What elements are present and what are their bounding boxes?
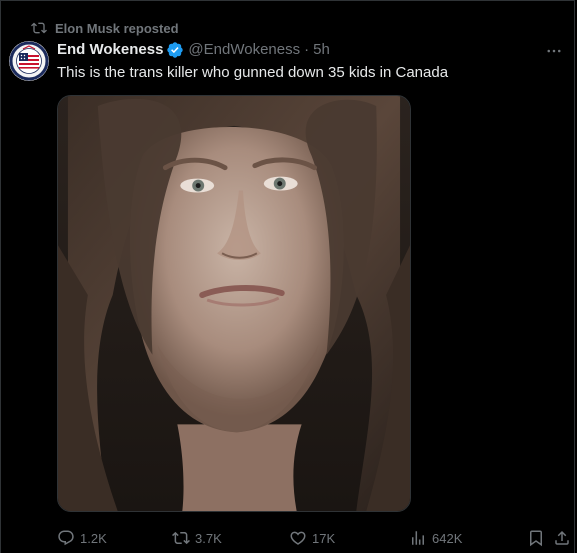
share-upload-icon bbox=[555, 530, 569, 545]
repost-button[interactable]: 3.7K bbox=[172, 527, 222, 549]
reply-button[interactable]: 1.2K bbox=[57, 527, 107, 549]
patriot-emblem-avatar-icon bbox=[9, 41, 49, 81]
analytics-bars-icon bbox=[412, 531, 424, 545]
avatar[interactable] bbox=[9, 41, 49, 81]
portrait-photo-image bbox=[58, 96, 410, 511]
tweet-header: End Wokeness @EndWokeness · 5h bbox=[57, 40, 330, 60]
repost-icon bbox=[31, 22, 47, 34]
more-options-button[interactable] bbox=[542, 39, 566, 63]
tweet-photo[interactable] bbox=[57, 95, 411, 512]
bookmark-button[interactable] bbox=[527, 527, 545, 549]
action-bar: 1.2K 3.7K 17K 642K bbox=[57, 527, 569, 549]
share-button[interactable] bbox=[553, 527, 571, 549]
reply-icon bbox=[58, 530, 74, 546]
views-button[interactable]: 642K bbox=[409, 527, 462, 549]
author-handle[interactable]: @EndWokeness bbox=[188, 40, 300, 60]
like-button[interactable]: 17K bbox=[289, 527, 335, 549]
views-count: 642K bbox=[432, 530, 463, 546]
tweet-card[interactable]: Elon Musk reposted End Wokeness @EndWoke… bbox=[0, 0, 575, 553]
repost-count: 3.7K bbox=[195, 530, 222, 546]
tweet-text: This is the trans killer who gunned down… bbox=[57, 64, 449, 81]
author-display-name[interactable]: End Wokeness bbox=[57, 40, 163, 60]
like-count: 17K bbox=[312, 530, 336, 546]
more-dots-icon bbox=[547, 49, 561, 53]
verified-badge-icon[interactable] bbox=[166, 41, 184, 59]
heart-icon bbox=[290, 531, 306, 545]
header-separator: · bbox=[304, 41, 310, 58]
bookmark-icon bbox=[530, 530, 542, 547]
reply-count: 1.2K bbox=[80, 530, 107, 546]
repost-banner-text: Elon Musk reposted bbox=[55, 20, 179, 36]
tweet-timestamp[interactable]: 5h bbox=[313, 40, 330, 60]
repost-icon bbox=[172, 531, 190, 545]
repost-banner[interactable]: Elon Musk reposted bbox=[31, 19, 179, 37]
